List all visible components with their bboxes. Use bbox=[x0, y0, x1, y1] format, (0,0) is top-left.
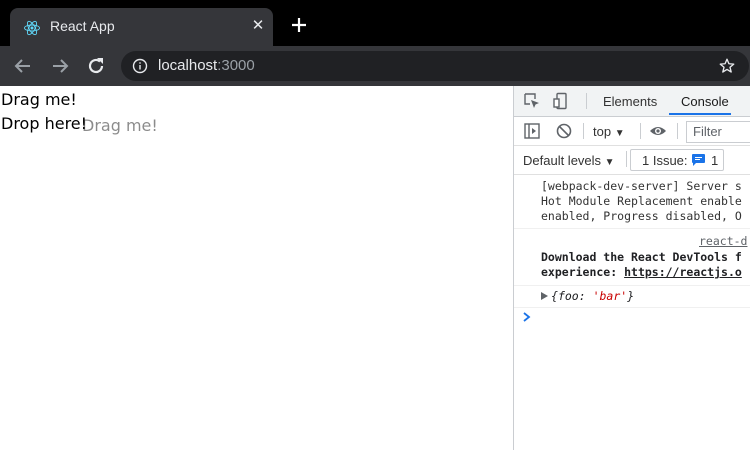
tab-elements[interactable]: Elements bbox=[603, 94, 657, 109]
reactjs-link[interactable]: https://reactjs.o bbox=[624, 265, 742, 279]
dropdown-arrow-icon: ▼ bbox=[604, 157, 615, 168]
active-tab-indicator bbox=[669, 113, 731, 115]
sidebar-toggle-icon[interactable] bbox=[523, 122, 541, 140]
draggable-item[interactable]: Drag me! bbox=[1, 90, 77, 109]
expand-arrow-icon[interactable] bbox=[541, 292, 548, 300]
devtools-panel: Elements Console top ▼ Filter Default le… bbox=[514, 86, 750, 450]
close-tab-icon[interactable]: ✕ bbox=[248, 16, 268, 36]
context-selector[interactable]: top ▼ bbox=[593, 124, 625, 139]
dropdown-arrow-icon: ▼ bbox=[614, 128, 625, 139]
clear-console-icon[interactable] bbox=[555, 122, 573, 140]
tab-strip: React App ✕ bbox=[0, 0, 750, 46]
source-link[interactable]: react-d bbox=[699, 234, 747, 248]
bookmark-star-icon[interactable] bbox=[718, 57, 736, 75]
object-colon: : bbox=[578, 289, 593, 303]
console-prompt-icon[interactable] bbox=[522, 311, 532, 323]
drop-zone[interactable]: Drop here! bbox=[1, 114, 87, 133]
message-line: Hot Module Replacement enable bbox=[541, 194, 742, 208]
issues-count: 1 bbox=[711, 153, 719, 168]
url-text: localhost:3000 bbox=[158, 57, 255, 74]
console-message-object[interactable]: {foo: 'bar'} bbox=[514, 286, 750, 308]
site-info-icon[interactable] bbox=[132, 58, 148, 74]
issues-button[interactable]: 1 Issue: 1 bbox=[630, 149, 724, 171]
inspect-element-icon[interactable] bbox=[523, 92, 541, 110]
toolbar-separator bbox=[677, 123, 678, 139]
devtools-tabbar: Elements Console bbox=[514, 86, 750, 117]
console-levels-bar: Default levels ▼ 1 Issue: 1 bbox=[514, 146, 750, 175]
new-tab-icon[interactable] bbox=[288, 14, 310, 36]
toolbar-separator bbox=[626, 151, 627, 167]
message-prefix: experience: bbox=[541, 265, 625, 279]
console-toolbar: top ▼ Filter bbox=[514, 117, 750, 146]
reload-icon[interactable] bbox=[85, 55, 107, 77]
tab-title: React App bbox=[50, 18, 115, 34]
issues-label: 1 Issue: bbox=[642, 153, 688, 168]
page-viewport: Drag me! Drop here! Drag me! bbox=[0, 86, 513, 450]
tab-console[interactable]: Console bbox=[681, 94, 729, 109]
message-line: experience: https://reactjs.o bbox=[541, 265, 742, 279]
address-bar[interactable]: localhost:3000 bbox=[121, 51, 749, 81]
filter-placeholder: Filter bbox=[693, 124, 722, 139]
console-output: [webpack-dev-server] Server s Hot Module… bbox=[514, 175, 750, 450]
brace-close: } bbox=[627, 289, 635, 303]
back-icon[interactable] bbox=[12, 55, 34, 77]
console-message-wds: [webpack-dev-server] Server s Hot Module… bbox=[514, 175, 750, 229]
toolbar-separator bbox=[640, 123, 641, 139]
live-expression-eye-icon[interactable] bbox=[649, 122, 667, 140]
object-preview[interactable]: {foo: 'bar'} bbox=[551, 289, 634, 303]
browser-tab[interactable]: React App ✕ bbox=[10, 8, 273, 46]
react-logo-icon bbox=[24, 20, 40, 36]
forward-icon[interactable] bbox=[49, 55, 71, 77]
console-message-react-devtools: react-d Download the React DevTools f ex… bbox=[514, 229, 750, 286]
context-label: top bbox=[593, 124, 612, 139]
toolbar-separator bbox=[586, 93, 587, 109]
message-line: enabled, Progress disabled, O bbox=[541, 209, 742, 223]
url-port: :3000 bbox=[217, 57, 255, 74]
object-value: 'bar' bbox=[592, 289, 628, 303]
levels-dropdown[interactable]: Default levels ▼ bbox=[523, 153, 615, 168]
drag-ghost: Drag me! bbox=[82, 116, 158, 135]
issue-message-icon bbox=[692, 154, 705, 166]
message-line: Download the React DevTools f bbox=[541, 250, 742, 264]
filter-input[interactable]: Filter bbox=[686, 121, 750, 143]
url-host: localhost bbox=[158, 57, 218, 74]
object-key: foo bbox=[557, 289, 579, 303]
message-line: [webpack-dev-server] Server s bbox=[541, 179, 742, 193]
brace-open: { bbox=[551, 289, 558, 303]
device-toolbar-icon[interactable] bbox=[552, 92, 570, 110]
levels-label: Default levels bbox=[523, 153, 602, 168]
browser-toolbar: localhost:3000 bbox=[0, 46, 750, 86]
toolbar-separator bbox=[583, 123, 584, 139]
